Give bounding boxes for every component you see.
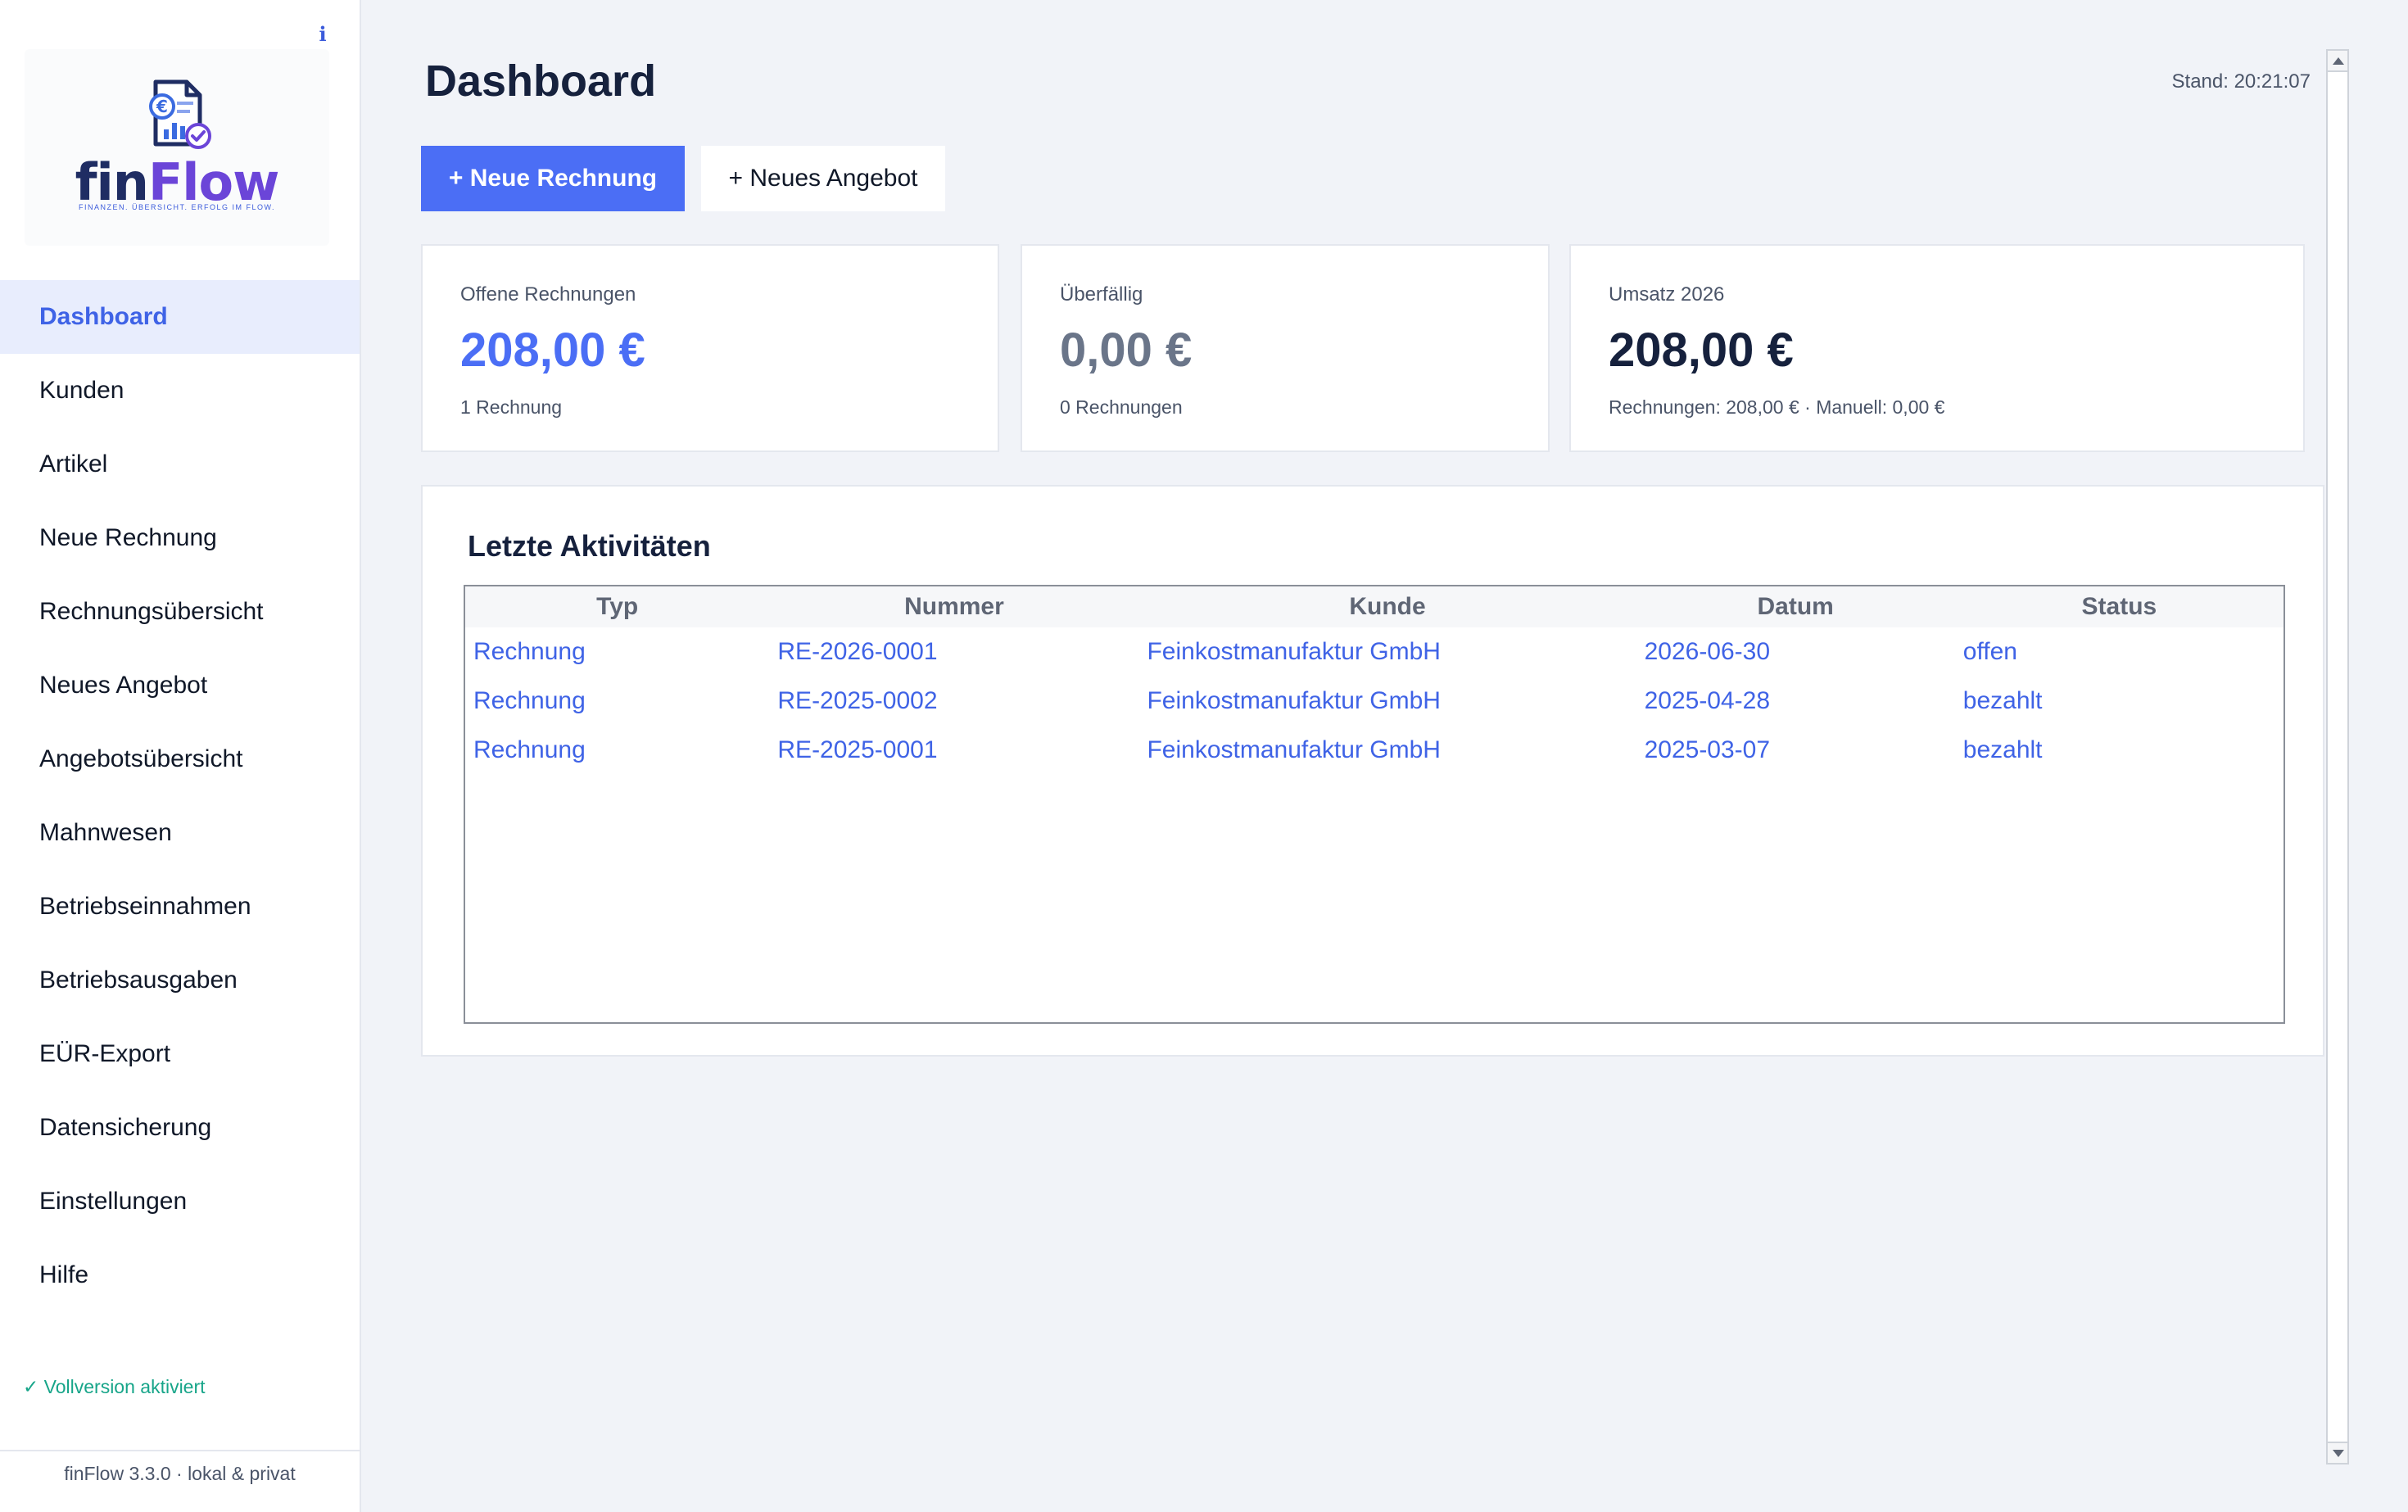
cell-typ[interactable]: Rechnung [465, 677, 769, 726]
info-icon[interactable]: i [315, 23, 331, 46]
sidebar-item-betriebsausgaben[interactable]: Betriebsausgaben [0, 944, 360, 1017]
scroll-down-button[interactable] [2326, 1442, 2349, 1464]
cell-kunde[interactable]: Feinkostmanufaktur GmbH [1138, 627, 1636, 677]
open-invoices-card: Offene Rechnungen 208,00 € 1 Rechnung [421, 244, 999, 452]
column-header-nummer[interactable]: Nummer [769, 586, 1139, 627]
scrollbar-thumb[interactable] [2328, 74, 2347, 1440]
table-row[interactable]: Rechnung RE-2025-0002 Feinkostmanufaktur… [465, 677, 2284, 726]
activities-table-frame: Typ Nummer Kunde Datum Status Rechnung R… [464, 585, 2285, 1024]
page-title: Dashboard [425, 57, 657, 106]
sidebar-item-euer-export[interactable]: EÜR-Export [0, 1017, 360, 1091]
new-offer-button[interactable]: + Neues Angebot [701, 146, 945, 211]
sidebar: i € finFlow FINANZEN. ÜBERSICHT. ERFOLG … [0, 0, 361, 1512]
cell-datum[interactable]: 2026-06-30 [1636, 627, 1955, 677]
sidebar-item-betriebseinnahmen[interactable]: Betriebseinnahmen [0, 870, 360, 944]
sidebar-item-angebotsuebersicht[interactable]: Angebotsübersicht [0, 722, 360, 796]
card-value: 208,00 € [1609, 324, 1794, 377]
table-row[interactable]: Rechnung RE-2025-0001 Feinkostmanufaktur… [465, 726, 2284, 775]
card-value: 0,00 € [1060, 324, 1193, 377]
license-status: ✓ Vollversion aktiviert [23, 1376, 206, 1397]
sidebar-item-datensicherung[interactable]: Datensicherung [0, 1091, 360, 1165]
sidebar-item-neue-rechnung[interactable]: Neue Rechnung [0, 501, 360, 575]
cell-status[interactable]: offen [1955, 627, 2284, 677]
sidebar-item-kunden[interactable]: Kunden [0, 354, 360, 428]
sidebar-item-neues-angebot[interactable]: Neues Angebot [0, 649, 360, 722]
sidebar-item-einstellungen[interactable]: Einstellungen [0, 1165, 360, 1238]
last-updated-time: Stand: 20:21:07 [2171, 70, 2311, 93]
recent-activities-panel: Letzte Aktivitäten Typ Nummer Kunde Datu… [421, 485, 2324, 1057]
table-header-row: Typ Nummer Kunde Datum Status [465, 586, 2284, 627]
cell-nummer[interactable]: RE-2025-0002 [769, 677, 1138, 726]
revenue-card: Umsatz 2026 208,00 € Rechnungen: 208,00 … [1569, 244, 2305, 452]
svg-text:€: € [156, 97, 168, 116]
cell-nummer[interactable]: RE-2025-0001 [769, 726, 1138, 775]
column-header-kunde[interactable]: Kunde [1138, 586, 1636, 627]
card-label: Umsatz 2026 [1609, 283, 1725, 306]
invoice-logo-icon: € [149, 79, 211, 149]
logo-tagline: FINANZEN. ÜBERSICHT. ERFOLG IM FLOW. [78, 203, 276, 211]
cell-nummer[interactable]: RE-2026-0001 [769, 627, 1138, 677]
sidebar-item-artikel[interactable]: Artikel [0, 428, 360, 501]
table-row[interactable]: Rechnung RE-2026-0001 Feinkostmanufaktur… [465, 627, 2284, 677]
sidebar-item-hilfe[interactable]: Hilfe [0, 1238, 360, 1312]
card-subtext: 1 Rechnung [460, 396, 563, 418]
cell-typ[interactable]: Rechnung [465, 627, 769, 677]
app-logo: € finFlow FINANZEN. ÜBERSICHT. ERFOLG IM… [25, 49, 329, 246]
column-header-typ[interactable]: Typ [465, 586, 770, 627]
sidebar-nav: Dashboard Kunden Artikel Neue Rechnung R… [0, 280, 360, 1312]
cell-datum[interactable]: 2025-03-07 [1636, 726, 1955, 775]
card-label: Überfällig [1060, 283, 1143, 306]
arrow-down-icon [2333, 1450, 2344, 1457]
cell-typ[interactable]: Rechnung [465, 726, 769, 775]
cell-status[interactable]: bezahlt [1955, 726, 2284, 775]
version-footer: finFlow 3.3.0 · lokal & privat [0, 1450, 360, 1512]
cell-datum[interactable]: 2025-04-28 [1636, 677, 1955, 726]
column-header-datum[interactable]: Datum [1636, 586, 1955, 627]
card-label: Offene Rechnungen [460, 283, 636, 306]
cell-kunde[interactable]: Feinkostmanufaktur GmbH [1138, 677, 1636, 726]
cell-kunde[interactable]: Feinkostmanufaktur GmbH [1138, 726, 1636, 775]
sidebar-item-dashboard[interactable]: Dashboard [0, 280, 360, 354]
recent-activities-title: Letzte Aktivitäten [468, 529, 711, 563]
sidebar-item-mahnwesen[interactable]: Mahnwesen [0, 796, 360, 870]
arrow-up-icon [2333, 57, 2344, 65]
card-subtext: 0 Rechnungen [1060, 396, 1183, 418]
activities-table: Typ Nummer Kunde Datum Status Rechnung R… [465, 586, 2284, 775]
column-header-status[interactable]: Status [1954, 586, 2284, 627]
cell-status[interactable]: bezahlt [1955, 677, 2284, 726]
card-subtext: Rechnungen: 208,00 € · Manuell: 0,00 € [1609, 396, 1945, 418]
overdue-card: Überfällig 0,00 € 0 Rechnungen [1021, 244, 1550, 452]
new-invoice-button[interactable]: + Neue Rechnung [421, 146, 685, 211]
sidebar-item-rechnungsuebersicht[interactable]: Rechnungsübersicht [0, 575, 360, 649]
card-value: 208,00 € [460, 324, 645, 377]
scroll-up-button[interactable] [2326, 49, 2349, 72]
